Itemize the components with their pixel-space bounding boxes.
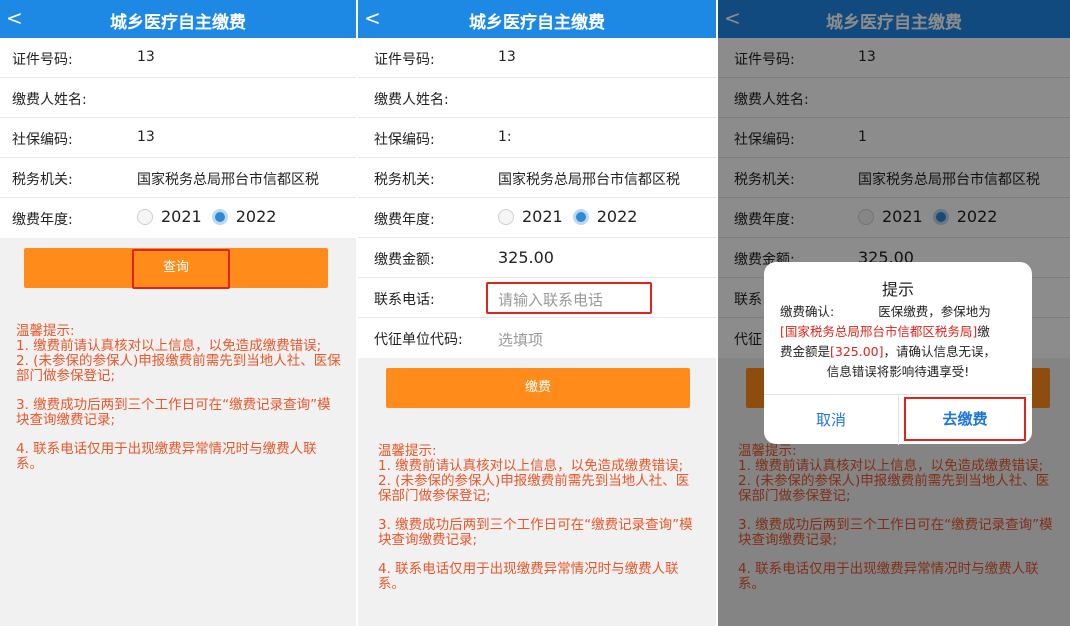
amount-value: 325.00 <box>498 248 554 267</box>
row-id-number: 证件号码: 13 <box>358 38 716 78</box>
tax-office-value: 国家税务总局邢台市信都区税 <box>498 172 680 188</box>
tip-3: 3. 缴费成功后两到三个工作日可在“缴费记录查询”模块查询缴费记录; <box>378 517 693 548</box>
year-label: 缴费年度: <box>374 212 435 228</box>
dialog-message: 缴费确认: 医保缴费，参保地为 [国家税务总局邢台市信都区税务局]缴 费金额是[… <box>764 300 1032 382</box>
id-number-value: 13 <box>498 49 516 65</box>
payer-name-label: 缴费人姓名: <box>374 92 449 108</box>
dialog-title: 提示 <box>881 280 914 299</box>
dialog-msg-warn: 信息错误将影响待遇享受! <box>826 364 970 379</box>
radio-2021-label[interactable]: 2021 <box>522 207 563 226</box>
tip-3: 3. 缴费成功后两到三个工作日可在“缴费记录查询”模块查询缴费记录; <box>16 397 331 428</box>
tips-heading: 温馨提示: <box>378 443 437 459</box>
navbar: < 城乡医疗自主缴费 <box>0 0 356 38</box>
id-number-label: 证件号码: <box>374 52 435 68</box>
tax-office-value: 国家税务总局邢台市信都区税 <box>137 172 319 188</box>
row-tax-office: 税务机关: 国家税务总局邢台市信都区税 <box>358 158 716 198</box>
tip-1: 1. 缴费前请认真核对以上信息，以免造成缴费错误; <box>16 338 322 354</box>
tip-2: 2. (未参保的参保人)申报缴费前需先到当地人社、医保部门做参保登记; <box>16 353 341 384</box>
tip-4: 4. 联系电话仅用于出现缴费异常情况时与缴费人联系。 <box>16 441 317 472</box>
tax-office-label: 税务机关: <box>374 172 435 188</box>
pay-button[interactable]: 缴费 <box>386 368 690 408</box>
agency-code-input[interactable]: 选填项 <box>498 329 690 350</box>
row-social-code: 社保编码: 1: <box>358 118 716 158</box>
dialog-msg-tail1: 缴 <box>977 324 990 339</box>
dialog-msg-tail2: ，请确认信息无误， <box>883 344 997 359</box>
radio-2021[interactable] <box>498 208 514 225</box>
dialog-msg-amount: [325.00] <box>830 344 884 359</box>
row-year: 缴费年度: 2021 2022 <box>0 198 356 238</box>
dialog-actions: 取消 去缴费 <box>764 394 1032 445</box>
radio-2021[interactable] <box>137 208 153 225</box>
social-code-value: 1: <box>498 129 512 145</box>
year-radio-group: 2021 2022 <box>137 207 286 226</box>
tip-2: 2. (未参保的参保人)申报缴费前需先到当地人社、医保部门做参保登记; <box>378 473 690 504</box>
tips: 温馨提示: 1. 缴费前请认真核对以上信息，以免造成缴费错误; 2. (未参保的… <box>0 324 356 472</box>
radio-2022[interactable] <box>572 208 589 225</box>
radio-2022-label[interactable]: 2022 <box>236 207 277 226</box>
tip-4: 4. 联系电话仅用于出现缴费异常情况时与缴费人联系。 <box>378 561 679 592</box>
info-form: 证件号码: 13 缴费人姓名: 社保编码: 1: 税务机关: 国家税务总局邢台市… <box>358 38 716 358</box>
info-form: 证件号码: 13 缴费人姓名: 社保编码: 13 税务机关: 国家税务总局邢台市… <box>0 38 356 238</box>
row-tax-office: 税务机关: 国家税务总局邢台市信都区税 <box>0 158 356 198</box>
go-pay-button[interactable]: 去缴费 <box>904 397 1026 441</box>
screen-payment-form: < 城乡医疗自主缴费 证件号码: 13 缴费人姓名: 社保编码: 1: 税务机关… <box>358 0 716 626</box>
amount-label: 缴费金额: <box>374 252 435 268</box>
dialog-msg-office: [国家税务总局邢台市信都区税务局] <box>780 324 978 339</box>
row-payer-name: 缴费人姓名: <box>358 78 716 118</box>
social-code-value: 13 <box>137 129 155 145</box>
id-number-label: 证件号码: <box>12 52 73 68</box>
screen-query: < 城乡医疗自主缴费 证件号码: 13 缴费人姓名: 社保编码: 13 税务机关… <box>0 0 356 626</box>
agency-code-label: 代征单位代码: <box>374 332 463 348</box>
tax-office-label: 税务机关: <box>12 172 73 188</box>
social-code-label: 社保编码: <box>374 132 435 148</box>
tips-heading: 温馨提示: <box>16 323 75 339</box>
pay-button-wrap: 缴费 <box>358 358 716 416</box>
page-title: 城乡医疗自主缴费 <box>469 13 605 33</box>
query-button-wrap: 查询 <box>0 238 356 296</box>
radio-2022-label[interactable]: 2022 <box>597 207 638 226</box>
confirm-dialog: 提示 缴费确认: 医保缴费，参保地为 [国家税务总局邢台市信都区税务局]缴 费金… <box>764 262 1032 445</box>
social-code-label: 社保编码: <box>12 132 73 148</box>
screen-confirm-dialog: < 城乡医疗自主缴费 证件号码: 13 缴费人姓名: 社保编码: 1 税务机关:… <box>718 0 1070 626</box>
dialog-msg-mid: 医保缴费，参保地为 <box>878 304 991 319</box>
radio-2021-label[interactable]: 2021 <box>161 207 202 226</box>
dialog-msg-prefix: 缴费确认: <box>780 304 835 319</box>
cancel-button[interactable]: 取消 <box>764 395 898 445</box>
phone-input[interactable]: 请输入联系电话 <box>486 282 652 314</box>
row-year: 缴费年度: 2021 2022 <box>358 198 716 238</box>
row-id-number: 证件号码: 13 <box>0 38 356 78</box>
row-phone: 联系电话: 请输入联系电话 <box>358 278 716 318</box>
payer-name-label: 缴费人姓名: <box>12 92 87 108</box>
navbar: < 城乡医疗自主缴费 <box>358 0 716 38</box>
row-agency-code: 代征单位代码: 选填项 <box>358 318 716 358</box>
row-payer-name: 缴费人姓名: <box>0 78 356 118</box>
divider <box>898 395 899 445</box>
year-radio-group: 2021 2022 <box>498 207 647 226</box>
radio-2022[interactable] <box>211 208 228 225</box>
dialog-msg-amount-prefix: 费金额是 <box>780 344 831 359</box>
phone-label: 联系电话: <box>374 292 435 308</box>
page-title: 城乡医疗自主缴费 <box>110 13 246 33</box>
row-amount: 缴费金额: 325.00 <box>358 238 716 278</box>
highlight-box <box>132 249 230 289</box>
year-label: 缴费年度: <box>12 212 73 228</box>
id-number-value: 13 <box>137 49 155 65</box>
tip-1: 1. 缴费前请认真核对以上信息，以免造成缴费错误; <box>378 458 684 474</box>
tips: 温馨提示: 1. 缴费前请认真核对以上信息，以免造成缴费错误; 2. (未参保的… <box>358 444 716 592</box>
row-social-code: 社保编码: 13 <box>0 118 356 158</box>
